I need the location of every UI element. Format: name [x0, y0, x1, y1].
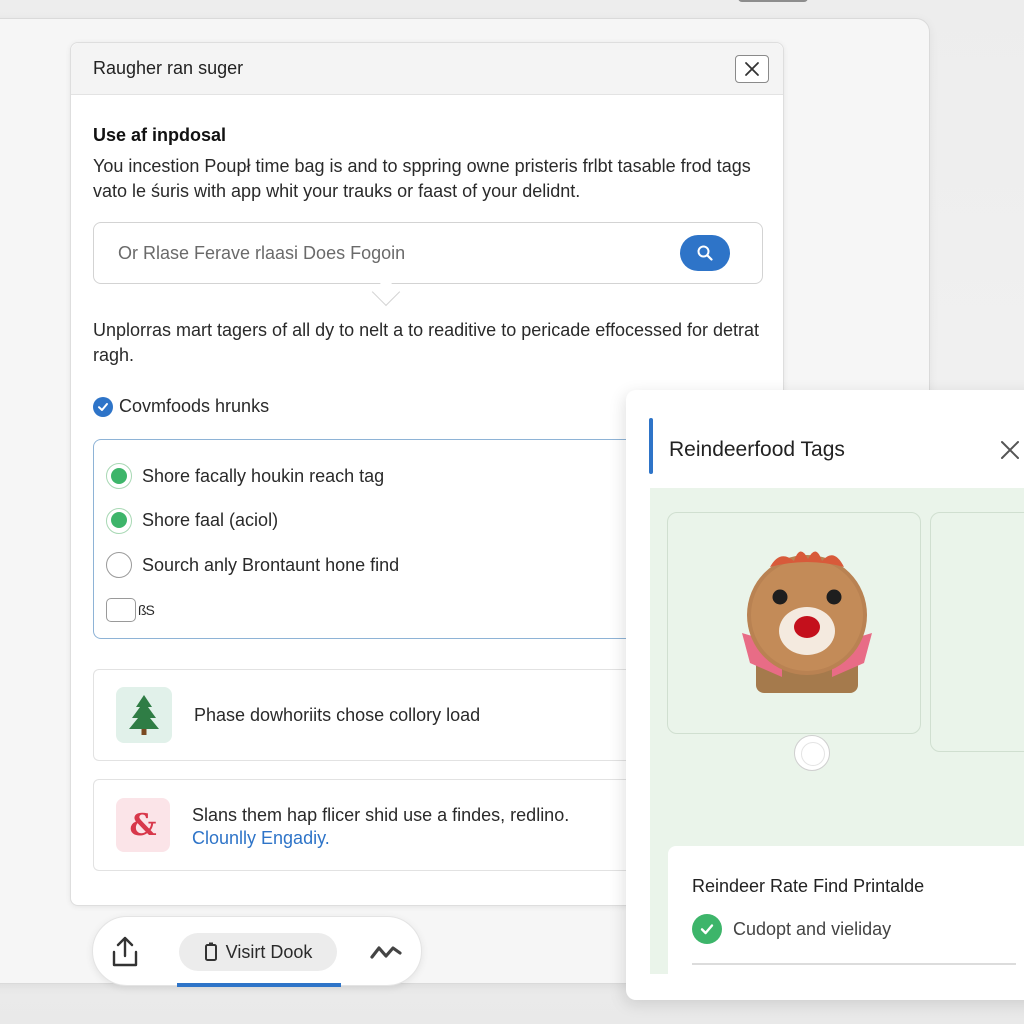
- second-tile[interactable]: [930, 512, 1024, 752]
- chevron-wave-icon: [370, 946, 402, 959]
- success-icon: [692, 914, 722, 944]
- divider: [692, 963, 1016, 965]
- visit-button[interactable]: Visirt Dook: [179, 933, 337, 971]
- visit-label: Visirt Dook: [225, 941, 313, 962]
- svg-text:&: &: [129, 808, 156, 842]
- search-icon: [697, 245, 713, 261]
- section-heading: Use af inpdosal: [93, 125, 227, 145]
- share-button[interactable]: [109, 935, 141, 969]
- search-placeholder: Or Rlase Ferave rlaasi Does Fogoin: [118, 242, 406, 263]
- tree-icon: [129, 695, 159, 735]
- option-item[interactable]: ßS: [106, 588, 693, 633]
- checkbox-label: Covmfoods hrunks: [119, 396, 270, 416]
- radio-selected[interactable]: [106, 507, 132, 534]
- card-link[interactable]: Clounlly Engadiy.: [192, 828, 569, 849]
- tree-card[interactable]: Phase dowhoriits chose collory load: [93, 669, 693, 761]
- option-item[interactable]: Sourch anly Brontaunt hone find: [106, 543, 693, 588]
- card-content: Slans them hap flicer shid use a findes,…: [192, 802, 569, 849]
- option-label: Shore faal (aciol): [142, 510, 279, 531]
- result-status: Cudopt and vieliday: [692, 914, 891, 944]
- card-text: Slans them hap flicer shid use a findes,…: [192, 804, 570, 825]
- tree-icon-wrap: [116, 687, 172, 743]
- status-label: Cudopt and vieliday: [733, 918, 892, 939]
- checkmark-icon: [98, 402, 108, 411]
- checked-checkbox[interactable]: [93, 396, 113, 417]
- reindeer-tile[interactable]: [667, 512, 921, 771]
- active-tab-indicator: [177, 983, 341, 987]
- card-text: Phase dowhoriits chose collory load: [194, 705, 481, 725]
- dialog-header: Raugher ran suger: [71, 43, 783, 95]
- more-button[interactable]: [369, 941, 403, 963]
- top-window-tab: [738, 0, 808, 2]
- option-label: ßS: [138, 601, 155, 618]
- panel-accent-bar: [649, 418, 653, 474]
- info-paragraph: Unplorras mart tagers of all dy to nelt …: [93, 320, 760, 365]
- search-wrapper: Or Rlase Ferave rlaasi Does Fogoin: [93, 222, 763, 307]
- reindeer-icon: [742, 551, 872, 693]
- radio-selected[interactable]: [106, 463, 132, 490]
- result-title: Reindeer Rate Find Printalde: [692, 876, 925, 896]
- radio-unselected[interactable]: [106, 552, 132, 579]
- dialog-title: Raugher ran suger: [93, 58, 244, 78]
- option-item[interactable]: Shore facally houkin reach tag: [106, 454, 693, 499]
- ampersand-icon: &: [129, 808, 156, 842]
- option-label: Sourch anly Brontaunt hone find: [142, 554, 400, 575]
- share-icon: [112, 936, 138, 967]
- panel-close-button[interactable]: [998, 438, 1022, 462]
- ampersand-card[interactable]: & Slans them hap flicer shid use a finde…: [93, 779, 693, 871]
- close-icon: [745, 61, 759, 76]
- search-input[interactable]: Or Rlase Ferave rlaasi Does Fogoin: [93, 222, 763, 284]
- ampersand-icon-wrap: &: [116, 798, 170, 852]
- option-label: Shore facally houkin reach tag: [142, 465, 385, 486]
- reindeer-panel: Reindeerfood Tags Reindeer Rate Find Pri…: [626, 390, 1024, 1000]
- close-button[interactable]: [735, 54, 769, 83]
- options-group: Shore facally houkin reach tag Shore faa…: [93, 439, 693, 639]
- search-button[interactable]: [680, 235, 730, 271]
- tile-radio[interactable]: [794, 735, 830, 771]
- phone-icon: [204, 942, 217, 961]
- panel-title: Reindeerfood Tags: [669, 438, 845, 461]
- bottom-toolbar: Visirt Dook: [92, 916, 422, 987]
- description-text: You incestion Poupł time bag is and to s…: [93, 156, 751, 201]
- close-icon: [1001, 441, 1019, 459]
- result-card: Reindeer Rate Find Printalde Cudopt and …: [668, 846, 1024, 1000]
- option-item[interactable]: Shore faal (aciol): [106, 499, 693, 544]
- option-checkbox[interactable]: [106, 597, 136, 622]
